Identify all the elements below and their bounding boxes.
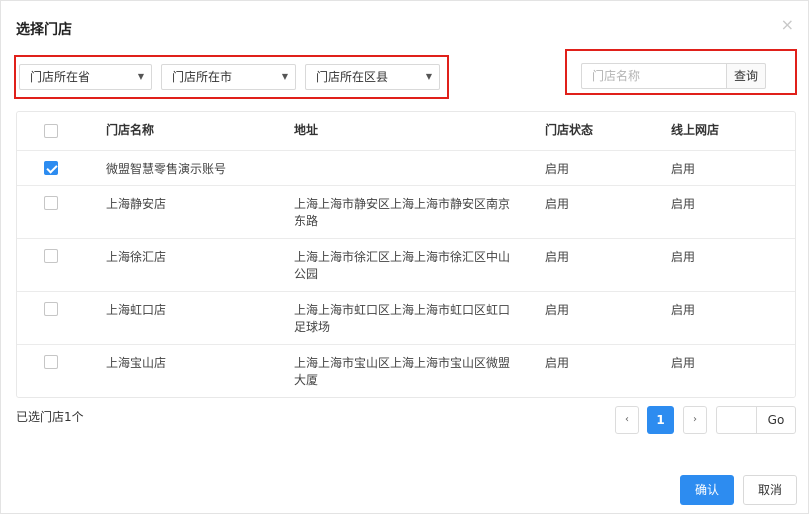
table-row[interactable]: 上海徐汇店 上海上海市徐汇区上海上海市徐汇区中山公园 启用 启用 [17, 239, 795, 292]
store-status: 启用 [545, 250, 570, 264]
header-address: 地址 [294, 123, 319, 137]
store-name: 上海徐汇店 [106, 250, 167, 264]
next-page-button[interactable]: › [683, 406, 707, 434]
header-store-name: 门店名称 [106, 123, 155, 137]
store-online-status: 启用 [671, 197, 696, 211]
table-row[interactable]: 微盟智慧零售演示账号 启用 启用 [17, 151, 795, 186]
row-checkbox[interactable] [44, 249, 58, 263]
selected-count-text: 已选门店1个 [16, 410, 84, 424]
row-checkbox[interactable] [44, 355, 58, 369]
table-header-row: 门店名称 地址 门店状态 线上网店 [17, 112, 795, 151]
store-online-status: 启用 [671, 162, 696, 176]
row-checkbox[interactable] [44, 161, 58, 175]
goto-page-button[interactable]: Go [756, 406, 796, 434]
store-status: 启用 [545, 197, 570, 211]
store-table: 门店名称 地址 门店状态 线上网店 微盟智慧零售演示账号 启用 启用 上海静安店… [16, 111, 796, 398]
header-online-store: 线上网店 [671, 123, 720, 137]
store-status: 启用 [545, 303, 570, 317]
store-address: 上海上海市徐汇区上海上海市徐汇区中山公园 [294, 250, 511, 281]
row-checkbox[interactable] [44, 302, 58, 316]
prev-page-button[interactable]: ‹ [615, 406, 639, 434]
goto-page-input[interactable] [716, 406, 757, 434]
chevron-down-icon: ▼ [281, 72, 288, 81]
table-row[interactable]: 上海虹口店 上海上海市虹口区上海上海市虹口区虹口足球场 启用 启用 [17, 292, 795, 345]
chevron-down-icon: ▼ [425, 72, 432, 81]
store-online-status: 启用 [671, 356, 696, 370]
store-online-status: 启用 [671, 303, 696, 317]
cancel-button[interactable]: 取消 [743, 475, 797, 505]
page-1-button[interactable]: 1 [647, 406, 674, 434]
store-name: 上海静安店 [106, 197, 167, 211]
district-select[interactable]: 门店所在区县 ▼ [305, 64, 440, 90]
select-all-checkbox[interactable] [44, 124, 58, 138]
store-status: 启用 [545, 356, 570, 370]
district-select-value: 门店所在区县 [316, 70, 389, 84]
store-address: 上海上海市虹口区上海上海市虹口区虹口足球场 [294, 303, 511, 334]
province-select[interactable]: 门店所在省 ▼ [19, 64, 152, 90]
region-filter-group: 门店所在省 ▼ 门店所在市 ▼ 门店所在区县 ▼ [14, 55, 449, 99]
city-select[interactable]: 门店所在市 ▼ [161, 64, 296, 90]
store-search-group: 查询 [565, 49, 797, 95]
select-store-dialog: 选择门店 × 门店所在省 ▼ 门店所在市 ▼ 门店所在区县 ▼ 查询 门店名称 … [0, 0, 809, 514]
table-row[interactable]: 上海静安店 上海上海市静安区上海上海市静安区南京东路 启用 启用 [17, 186, 795, 239]
confirm-button[interactable]: 确认 [680, 475, 734, 505]
row-checkbox[interactable] [44, 196, 58, 210]
search-button[interactable]: 查询 [726, 63, 766, 89]
store-name: 微盟智慧零售演示账号 [106, 162, 227, 176]
store-address: 上海上海市宝山区上海上海市宝山区微盟大厦 [294, 356, 511, 387]
store-address: 上海上海市静安区上海上海市静安区南京东路 [294, 197, 511, 228]
province-select-value: 门店所在省 [30, 70, 91, 84]
table-row[interactable]: 上海宝山店 上海上海市宝山区上海上海市宝山区微盟大厦 启用 启用 [17, 345, 795, 397]
header-status: 门店状态 [545, 123, 594, 137]
store-name-search-input[interactable] [581, 63, 726, 89]
store-name: 上海宝山店 [106, 356, 167, 370]
close-icon[interactable]: × [781, 17, 794, 33]
chevron-down-icon: ▼ [137, 72, 144, 81]
city-select-value: 门店所在市 [172, 70, 233, 84]
store-status: 启用 [545, 162, 570, 176]
store-name: 上海虹口店 [106, 303, 167, 317]
dialog-title: 选择门店 [16, 22, 72, 38]
store-online-status: 启用 [671, 250, 696, 264]
